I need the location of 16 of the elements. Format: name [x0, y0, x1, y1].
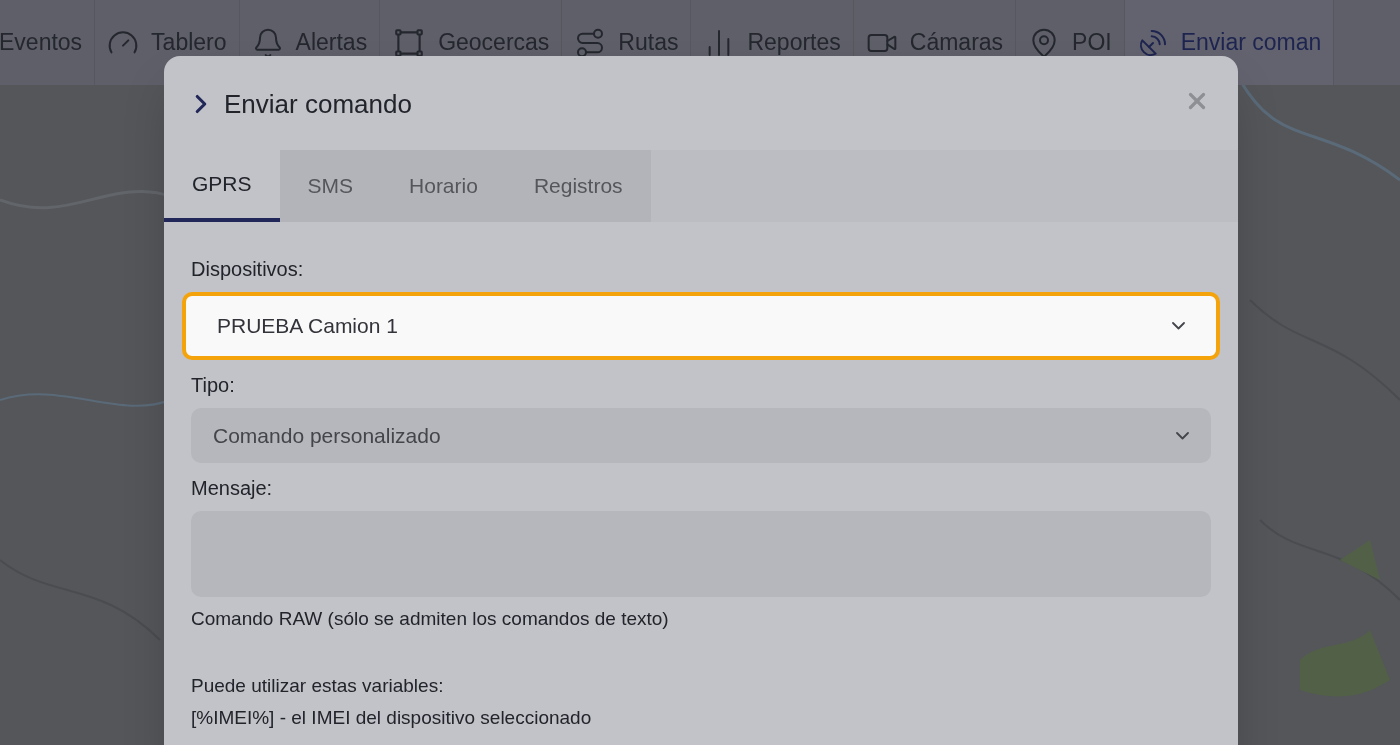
- field-label: Mensaje:: [191, 476, 274, 501]
- field-label: Dispositivos:: [191, 257, 305, 282]
- variable-text: [%IMEI%] - el IMEI del dispositivo seleccionado: [191, 706, 593, 730]
- variables-title: Puede utilizar estas variables:: [191, 673, 445, 698]
- chevron-down-icon: [1172, 322, 1185, 330]
- select-field[interactable]: Comando personalizado: [191, 408, 1211, 463]
- tab[interactable]: GPRS: [164, 150, 280, 222]
- hint-text: Comando RAW (sólo se admiten los comandos de texto): [191, 607, 670, 631]
- tab[interactable]: SMS: [279, 150, 382, 222]
- field-label: Tipo:: [191, 373, 236, 398]
- dialog-title: Enviar comando: [224, 87, 412, 121]
- chevron-down-icon: [1176, 431, 1189, 440]
- nav-item[interactable]: Eventos: [0, 0, 96, 85]
- tab[interactable]: Registros: [505, 150, 651, 222]
- select-field[interactable]: PRUEBA Camion 1: [182, 292, 1220, 360]
- tab[interactable]: Horario: [381, 150, 506, 222]
